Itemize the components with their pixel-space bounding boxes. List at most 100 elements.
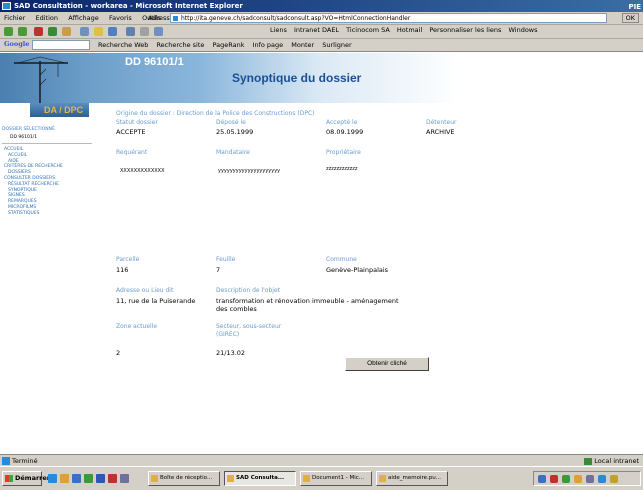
menu-favoris[interactable]: Favoris [105,12,136,24]
go-button[interactable]: OK [621,13,639,23]
adresse-value: 11, rue de la Puiserande [116,297,196,305]
print-icon[interactable] [140,27,149,36]
detenteur-label: Détenteur [426,119,457,126]
dossier-id: DD 96101/1 [125,56,184,68]
quicklaunch-word-icon[interactable] [96,474,105,483]
quicklaunch-powerpoint-icon[interactable] [108,474,117,483]
page-done-icon [2,457,10,465]
tray-volume-icon[interactable] [574,475,582,483]
task-document1[interactable]: Document1 - Mic... [300,471,372,486]
menu-fichier[interactable]: Fichier [0,12,29,24]
requerant-label: Requérant [116,149,148,156]
link-windows[interactable]: Windows [508,26,537,34]
selected-dossier-label: DOSSIER SÉLECTIONNÉ [2,127,55,132]
quicklaunch-outlook-icon[interactable] [60,474,69,483]
description-label: Description de l'objet [216,287,280,294]
forward-icon[interactable] [18,27,27,36]
dossier-origine: Origine du dossier : Direction de la Pol… [116,110,315,117]
secteur-label-1: Secteur, sous-secteur [216,323,282,330]
parcelle-value: 116 [116,266,129,274]
links-bar: Liens Intranet DAEL Ticinocom SA Hotmail… [270,26,543,38]
google-toolbar: Google Recherche Web Recherche site Page… [0,39,643,52]
google-pagerank: PageRank [212,41,245,49]
zone-label: Zone actuelle [116,323,158,330]
mandataire-label: Mandataire [216,149,250,156]
google-up[interactable]: Monter [291,41,314,49]
tray-app-icon[interactable] [562,475,570,483]
mail-icon[interactable] [126,27,135,36]
link-intranet-dael[interactable]: Intranet DAEL [294,26,339,34]
quicklaunch-excel-icon[interactable] [84,474,93,483]
feuille-label: Feuille [216,256,236,263]
secteur-label-2: (GIREC) [216,331,240,338]
nav-divider [2,143,92,144]
link-ticinocom[interactable]: Ticinocom SA [346,26,390,34]
accepte-value: 08.09.1999 [326,128,364,136]
back-icon[interactable] [4,27,13,36]
task-sad-consultation[interactable]: SAD Consulta... [224,471,296,486]
tray-network-icon[interactable] [538,475,546,483]
google-highlight[interactable]: Surligner [322,41,351,49]
parcelle-label: Parcelle [116,256,140,263]
google-web-search[interactable]: Recherche Web [98,41,148,49]
window-titlebar: SAD Consultation - workarea - Microsoft … [0,0,643,12]
page-content: DD 96101/1 Synoptique du dossier DA / DP… [0,53,643,454]
detenteur-value: ARCHIVE [426,128,455,136]
tray-messenger-icon[interactable] [598,475,606,483]
window-title: SAD Consultation - workarea - Microsoft … [14,2,243,10]
feuille-value: 7 [216,266,221,274]
accepte-label: Accepté le [326,119,358,126]
description-line-2: des combles [216,305,257,313]
depose-value: 25.05.1999 [216,128,254,136]
search-icon[interactable] [80,27,89,36]
link-personnaliser[interactable]: Personnaliser les liens [429,26,501,34]
windows-taskbar: Démarrer Boîte de réceptio... SAD Consul… [0,466,643,490]
task-inbox[interactable]: Boîte de réceptio... [148,471,220,486]
statut-label: Statut dossier [116,119,158,126]
crane-logo-icon [14,56,68,103]
status-text: Terminé [12,457,38,465]
proprietaire-value: zzzzzzzzzzzz [326,166,358,172]
secteur-value: 21/13.02 [216,349,246,357]
start-button[interactable]: Démarrer [2,471,50,486]
task-aide-memoire[interactable]: aide_memoire.pu... [376,471,448,486]
mandataire-value: yyyyyyyyyyyyyyyyyyyyy [218,168,281,174]
address-bar: Adresse http://ita.geneve.ch/sadconsult/… [148,13,607,24]
depose-label: Déposé le [216,119,246,126]
menu-affichage[interactable]: Affichage [64,12,103,24]
google-page-info[interactable]: Info page [253,41,284,49]
google-site-search[interactable]: Recherche site [156,41,204,49]
tray-misc-icon[interactable] [610,475,618,483]
nav-statistiques[interactable]: STATISTIQUES [2,211,92,217]
edit-icon[interactable] [154,27,163,36]
link-hotmail[interactable]: Hotmail [397,26,422,34]
history-icon[interactable] [108,27,117,36]
security-zone: Local intranet [584,457,639,465]
stop-icon[interactable] [34,27,43,36]
page-title: Synoptique du dossier [232,71,362,85]
obtenir-cliche-button[interactable]: Obtenir cliché [345,357,429,371]
quicklaunch-desktop-icon[interactable] [72,474,81,483]
address-input[interactable]: http://ita.geneve.ch/sadconsult/sadconsu… [170,13,607,23]
refresh-icon[interactable] [48,27,57,36]
google-logo[interactable]: Google [4,40,29,48]
tray-printer-icon[interactable] [586,475,594,483]
google-search-input[interactable] [32,40,90,50]
commune-label: Commune [326,256,357,263]
quicklaunch-ie-icon[interactable] [48,474,57,483]
description-line-1: transformation et rénovation immeuble - … [216,297,399,305]
statut-value: ACCEPTE [116,128,146,136]
proprietaire-label: Propriétaire [326,149,361,156]
adresse-label: Adresse ou Lieu dit [116,287,174,294]
system-tray [533,471,641,486]
zone-value: 2 [116,349,121,357]
tray-antivirus-icon[interactable] [550,475,558,483]
quicklaunch-app-icon[interactable] [120,474,129,483]
favorites-icon[interactable] [94,27,103,36]
left-navigation: DOSSIER SÉLECTIONNÉ DD 96101/1 ACCUEIL A… [2,127,92,217]
links-label: Liens [270,26,287,34]
menu-edition[interactable]: Edition [31,12,62,24]
home-icon[interactable] [62,27,71,36]
selected-dossier-value: DD 96101/1 [10,135,38,140]
commune-value: Genève-Plainpalais [326,266,389,274]
